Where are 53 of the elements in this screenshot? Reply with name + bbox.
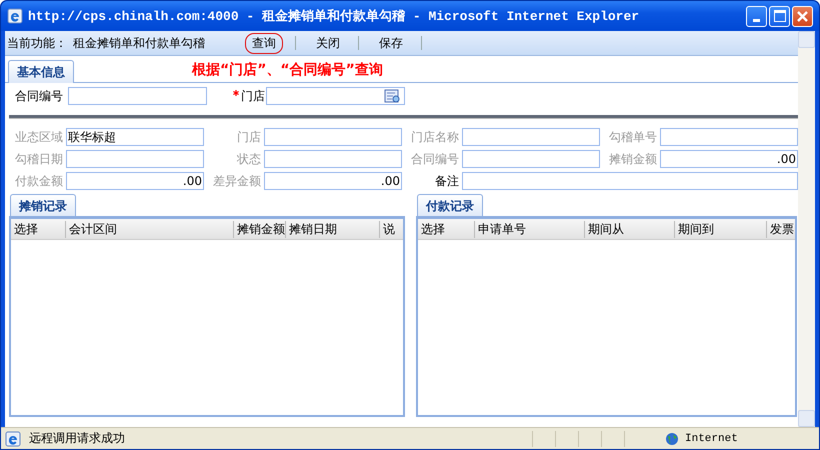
function-label: 当前功能：: [7, 34, 67, 52]
column-header[interactable]: 申请单号: [474, 220, 584, 238]
input-field[interactable]: [462, 150, 600, 168]
column-header[interactable]: 摊销日期: [285, 220, 379, 238]
minimize-button[interactable]: [746, 6, 767, 26]
field-label: 合同编号: [15, 88, 63, 104]
maximize-button[interactable]: [769, 6, 790, 26]
window-title: http://cps.chinalh.com:4000 - 租金摊销单和付款单勾稽 - Microsoft Internet Explorer: [28, 8, 640, 25]
column-header[interactable]: 会计区间: [65, 220, 233, 238]
browser-icon: [7, 8, 23, 24]
toolbar-button[interactable]: 关闭: [310, 34, 346, 52]
close-button[interactable]: [792, 6, 813, 26]
column-header[interactable]: 说: [379, 220, 403, 238]
column-header[interactable]: 期间从: [584, 220, 674, 238]
input-field[interactable]: [68, 87, 207, 105]
field-label: 门店名称: [410, 128, 459, 146]
field-label: 状态: [236, 150, 261, 168]
tab[interactable]: 摊销记录: [10, 194, 76, 217]
input-field[interactable]: [462, 128, 600, 146]
field-label: 门店: [241, 88, 265, 104]
input-field[interactable]: [264, 150, 402, 168]
column-header[interactable]: 选择: [11, 220, 65, 238]
page-icon: [5, 430, 21, 446]
close-icon: [796, 10, 809, 22]
field-label: 门店: [236, 128, 261, 146]
toolbar-button[interactable]: 查询: [245, 32, 283, 54]
lookup-icon: [384, 88, 401, 104]
toolbar-button[interactable]: 保存: [373, 34, 409, 52]
globe-icon: [665, 432, 679, 446]
field-label: 摊销金额: [608, 150, 657, 168]
input-field[interactable]: [462, 172, 798, 190]
input-field[interactable]: [264, 128, 402, 146]
function-name: 租金摊销单和付款单勾稽: [73, 34, 205, 52]
field-label: 合同编号: [410, 150, 459, 168]
tab[interactable]: 基本信息: [8, 60, 74, 83]
input-field[interactable]: [266, 87, 405, 105]
field-label: 勾稽单号: [608, 128, 657, 146]
column-header[interactable]: 期间到: [674, 220, 766, 238]
input-field[interactable]: [66, 150, 204, 168]
column-header[interactable]: 摊销金额: [233, 220, 285, 238]
field-label: 勾稽日期: [14, 150, 63, 168]
scrollbar[interactable]: [798, 31, 815, 427]
input-field[interactable]: [660, 128, 798, 146]
field-label: 付款金额: [14, 172, 63, 190]
column-header[interactable]: 选择: [418, 220, 474, 238]
tab[interactable]: 付款记录: [417, 194, 483, 217]
column-header[interactable]: 发票: [766, 220, 795, 238]
field-label: 差异金额: [212, 172, 261, 190]
annotation-text: 根据“门店”、“合同编号”查询: [192, 61, 383, 79]
field-label: 备注: [434, 172, 459, 190]
field-label: 业态区域: [14, 128, 63, 146]
status-text: 远程调用请求成功: [29, 430, 126, 447]
zone-text: Internet: [685, 432, 739, 444]
